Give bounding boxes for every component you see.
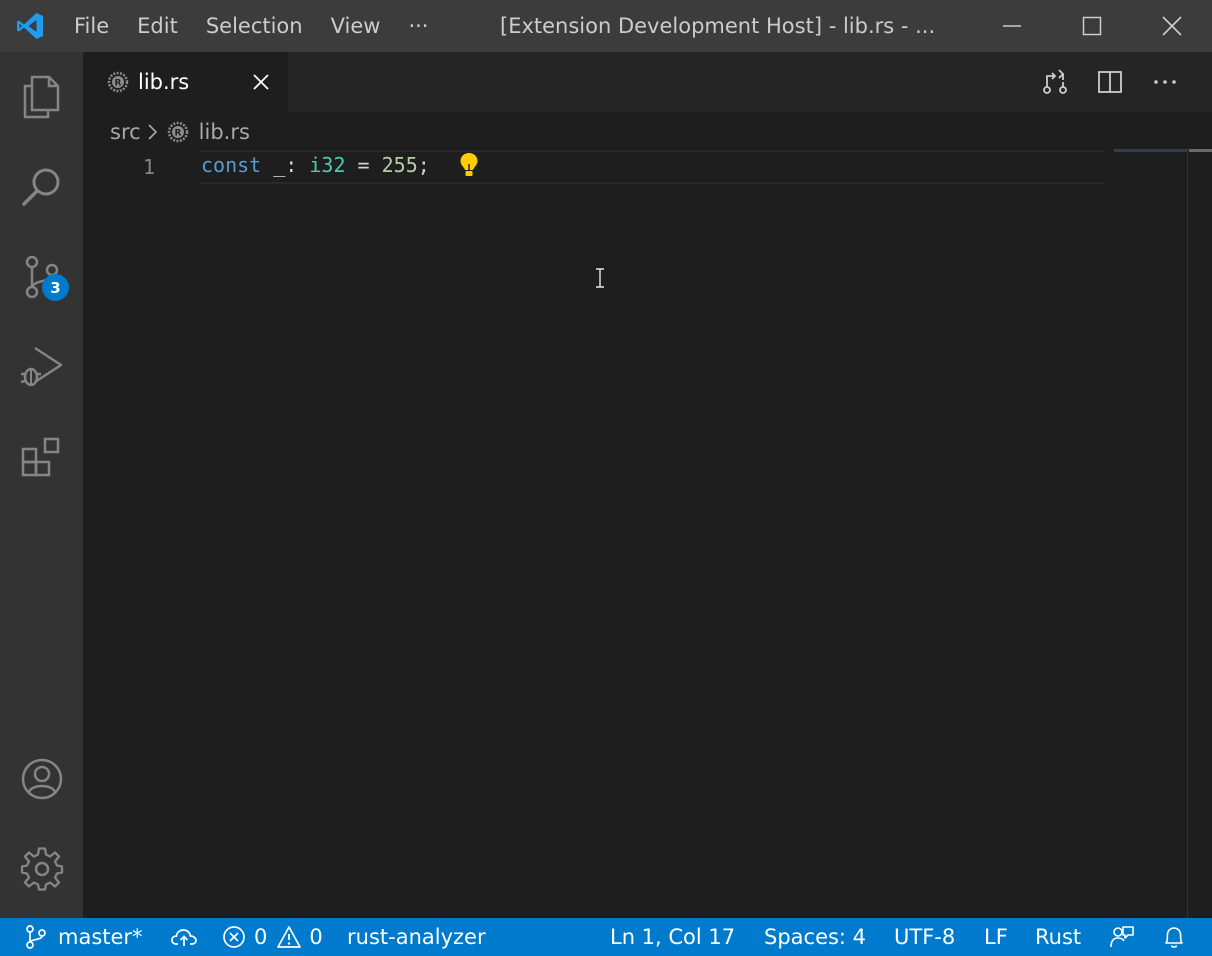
code-terminator: ; [417, 153, 430, 177]
branch-status[interactable]: master* [24, 918, 143, 956]
breadcrumb-folder[interactable]: src [110, 120, 141, 144]
menu-view[interactable]: View [317, 0, 395, 52]
error-count: 0 [254, 925, 268, 949]
window-controls [972, 0, 1212, 52]
code-editor[interactable]: 1 const _: i32 = 255; [83, 148, 1187, 918]
text-cursor-icon [596, 268, 604, 288]
close-icon [1162, 16, 1182, 36]
editor-tab-bar: R lib.rs [83, 52, 1212, 112]
eol-status[interactable]: LF [984, 918, 1008, 956]
breadcrumb-file[interactable]: lib.rs [199, 120, 250, 144]
code-identifier: _: [261, 153, 310, 177]
open-changes-button[interactable] [1027, 52, 1082, 112]
git-branch-icon [26, 925, 46, 949]
tab-label: lib.rs [138, 70, 190, 94]
explorer-icon [23, 75, 59, 119]
activity-run-debug[interactable] [0, 322, 83, 412]
menu-file[interactable]: File [60, 0, 123, 52]
chevron-right-icon [147, 122, 159, 142]
close-icon[interactable] [249, 70, 273, 94]
tab-lib-rs[interactable]: R lib.rs [83, 52, 288, 112]
menu-bar: File Edit Selection View ··· [60, 0, 442, 52]
activity-accounts[interactable] [0, 734, 83, 824]
notifications-button[interactable] [1162, 918, 1186, 956]
vertical-scrollbar[interactable] [1187, 148, 1212, 918]
activity-search[interactable] [0, 142, 83, 232]
activity-bar: 3 [0, 52, 83, 918]
feedback-button[interactable] [1109, 918, 1135, 956]
code-keyword: const [201, 153, 262, 177]
close-window-button[interactable] [1132, 0, 1212, 52]
activity-explorer[interactable] [0, 52, 83, 142]
feedback-icon [1110, 926, 1134, 948]
search-icon [21, 168, 59, 206]
minimap-viewport[interactable] [1114, 149, 1188, 152]
bell-icon [1165, 927, 1183, 948]
source-control-badge: 3 [42, 274, 69, 301]
language-mode[interactable]: Rust [1035, 918, 1081, 956]
sync-button[interactable] [170, 918, 198, 956]
cloud-upload-icon [171, 929, 197, 946]
split-editor-icon [1097, 71, 1122, 93]
compare-changes-icon [1042, 69, 1067, 94]
ellipsis-icon [1153, 80, 1176, 84]
activity-extensions[interactable] [0, 412, 83, 502]
menu-more[interactable]: ··· [394, 0, 442, 52]
problems-status[interactable]: 0 0 [222, 918, 323, 956]
maximize-button[interactable] [1052, 0, 1132, 52]
window-title: [Extension Development Host] - lib.rs - … [500, 14, 936, 38]
minimize-icon [1003, 25, 1021, 27]
more-actions-button[interactable] [1137, 52, 1192, 112]
cursor-position[interactable]: Ln 1, Col 17 [610, 918, 735, 956]
code-number: 255 [381, 153, 418, 177]
settings-gear-icon [20, 847, 63, 891]
minimize-button[interactable] [972, 0, 1052, 52]
maximize-icon [1082, 16, 1102, 36]
code-line[interactable]: const _: i32 = 255; [201, 150, 430, 180]
code-type: i32 [309, 153, 346, 177]
scrollbar-thumb[interactable] [1189, 149, 1212, 152]
title-bar: File Edit Selection View ··· [Extension … [0, 0, 1212, 52]
breadcrumb: src R lib.rs [110, 116, 250, 148]
rust-file-icon: R [107, 71, 129, 93]
editor-actions [1027, 52, 1192, 112]
extensions-icon [21, 437, 59, 477]
indentation-status[interactable]: Spaces: 4 [764, 918, 866, 956]
activity-manage[interactable] [0, 824, 83, 914]
encoding-status[interactable]: UTF-8 [894, 918, 955, 956]
svg-text:R: R [174, 129, 181, 139]
vscode-logo-icon [0, 0, 60, 52]
warning-icon [277, 926, 302, 948]
error-icon [223, 926, 245, 948]
code-operator: = [345, 153, 382, 177]
svg-text:R: R [115, 79, 122, 89]
activity-source-control[interactable] [0, 232, 83, 322]
menu-selection[interactable]: Selection [192, 0, 317, 52]
warning-count: 0 [309, 925, 323, 949]
split-editor-button[interactable] [1082, 52, 1137, 112]
language-server-status[interactable]: rust-analyzer [347, 918, 486, 956]
line-number: 1 [142, 155, 155, 179]
status-bar: master* 0 0 rust-analyzer Ln 1, Col 17 S… [0, 918, 1212, 956]
rust-file-icon: R [167, 121, 188, 143]
lightbulb-icon[interactable] [457, 150, 481, 180]
run-debug-icon [20, 346, 62, 387]
menu-edit[interactable]: Edit [123, 0, 192, 52]
branch-name: master* [58, 925, 143, 949]
account-icon [21, 758, 62, 800]
